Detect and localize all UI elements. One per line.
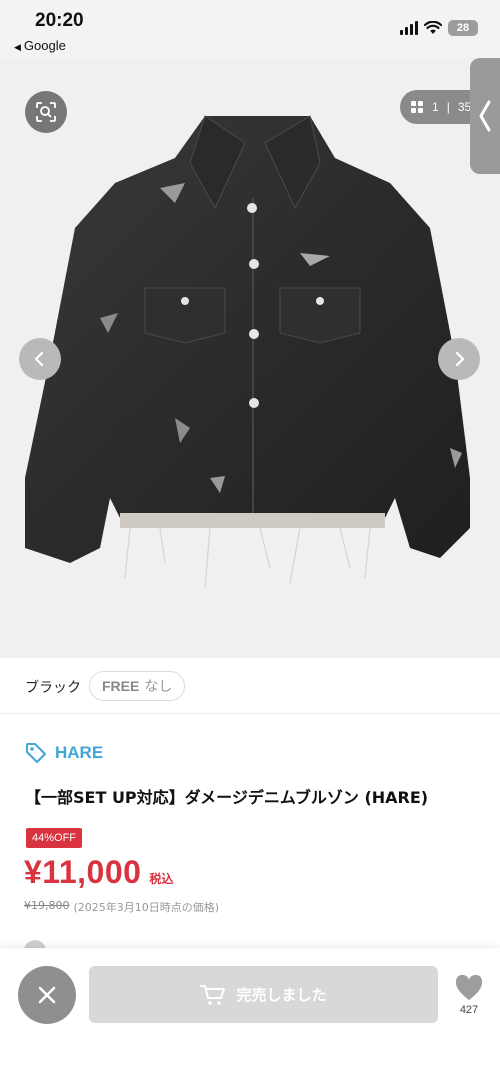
tax-label: 税込 bbox=[149, 872, 174, 886]
status-bar: 20:20 ◀ Google 28 bbox=[0, 0, 500, 58]
bottom-action-bar: 完売しました 427 bbox=[0, 948, 500, 1080]
image-counter-current: 1 bbox=[432, 100, 439, 114]
grid-icon bbox=[411, 101, 423, 113]
image-counter-separator: | bbox=[446, 100, 450, 114]
variant-row: ブラック FREE なし bbox=[0, 658, 500, 714]
chevron-left-icon bbox=[479, 100, 491, 132]
visual-search-button[interactable] bbox=[25, 91, 67, 133]
battery-icon: 28 bbox=[448, 20, 478, 36]
price-note: (2025年3月10日時点の価格) bbox=[73, 901, 220, 914]
product-title: 【一部SET UP対応】ダメージデニムブルゾン (HARE) bbox=[25, 788, 429, 807]
next-image-button[interactable] bbox=[438, 338, 480, 380]
size-option-chip[interactable]: FREE なし bbox=[89, 671, 186, 701]
back-to-app-link[interactable]: ◀ Google bbox=[14, 38, 66, 53]
favorite-count: 427 bbox=[459, 1004, 479, 1016]
cart-icon bbox=[200, 984, 226, 1005]
status-time: 20:20 bbox=[35, 10, 84, 31]
previous-image-button[interactable] bbox=[19, 338, 61, 380]
close-icon bbox=[38, 986, 56, 1004]
chevron-right-icon bbox=[455, 351, 465, 367]
lens-icon bbox=[36, 102, 56, 122]
chevron-left-icon bbox=[34, 351, 44, 367]
status-icons: 28 bbox=[400, 20, 478, 36]
discount-badge: 44%OFF bbox=[26, 828, 83, 848]
product-image-gallery[interactable]: 1 | 35 bbox=[0, 58, 500, 658]
color-label: ブラック bbox=[25, 680, 81, 696]
original-price-row: ¥19,800 (2025年3月10日時点の価格) bbox=[24, 899, 219, 915]
image-counter[interactable]: 1 | 35 bbox=[400, 90, 480, 124]
close-button[interactable] bbox=[18, 966, 76, 1024]
sold-out-button[interactable]: 完売しました bbox=[89, 966, 438, 1023]
size-label: FREE bbox=[102, 678, 140, 694]
signal-icon bbox=[400, 21, 418, 35]
wifi-icon bbox=[424, 21, 442, 34]
brand-link[interactable]: HARE bbox=[25, 742, 103, 764]
sale-price: ¥11,000 bbox=[24, 854, 142, 890]
sold-out-label: 完売しました bbox=[236, 986, 327, 1004]
heart-icon bbox=[455, 974, 483, 1000]
stock-status: なし bbox=[144, 679, 173, 695]
side-drawer-tab[interactable] bbox=[470, 58, 500, 174]
favorite-button[interactable]: 427 bbox=[452, 974, 486, 1016]
brand-name: HARE bbox=[55, 743, 104, 762]
back-app-label: Google bbox=[23, 38, 66, 53]
product-image bbox=[25, 115, 470, 589]
back-triangle-icon: ◀ bbox=[14, 42, 21, 52]
price-row: ¥11,000 税込 bbox=[24, 854, 173, 891]
tag-icon bbox=[26, 743, 46, 763]
original-price: ¥19,800 bbox=[24, 899, 70, 912]
